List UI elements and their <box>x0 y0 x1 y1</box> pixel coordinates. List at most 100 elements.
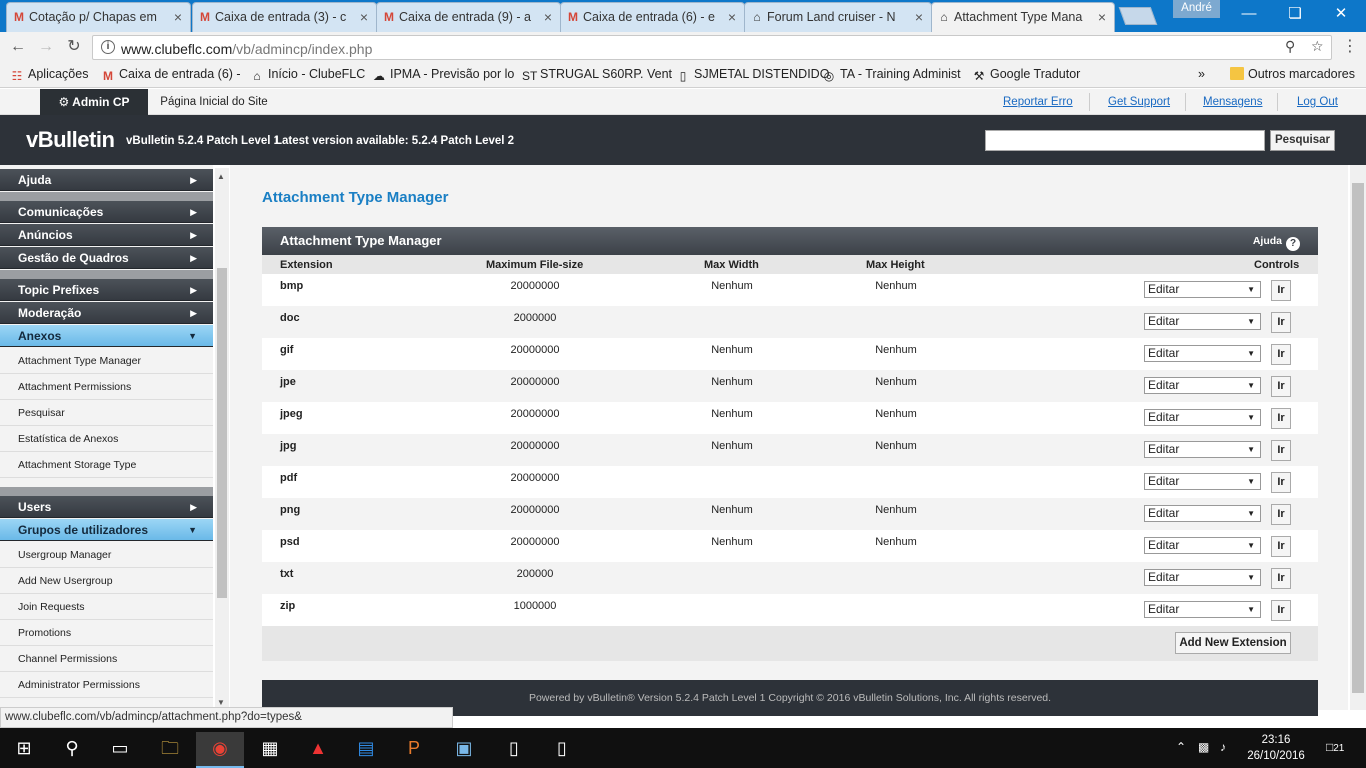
action-select[interactable]: Editar ▼ <box>1144 313 1261 330</box>
scrollbar-thumb[interactable] <box>1352 183 1364 693</box>
bookmark-item[interactable]: ST STRUGAL S60RP. Vent <box>522 67 672 83</box>
action-select[interactable]: Editar ▼ <box>1144 281 1261 298</box>
profile-button[interactable]: André <box>1173 0 1220 18</box>
sidebar-item[interactable]: Administrator Permissions <box>0 672 213 698</box>
notepad-app-icon[interactable]: ▤ <box>342 732 390 768</box>
go-button[interactable]: Ir <box>1271 504 1291 525</box>
close-tab-icon[interactable]: × <box>544 3 552 31</box>
go-button[interactable]: Ir <box>1271 600 1291 621</box>
more-bookmarks-icon[interactable]: » <box>1198 67 1205 81</box>
action-select[interactable]: Editar ▼ <box>1144 569 1261 586</box>
menu-icon[interactable]: ⋮ <box>1338 36 1362 58</box>
go-button[interactable]: Ir <box>1271 408 1291 429</box>
go-button[interactable]: Ir <box>1271 280 1291 301</box>
bookmark-item[interactable]: M Caixa de entrada (6) - <box>101 67 241 83</box>
sidebar-group[interactable]: Grupos de utilizadores ▼ <box>0 519 213 541</box>
sidebar-item[interactable]: Estatística de Anexos <box>0 426 213 452</box>
sidebar-item[interactable]: Pesquisar <box>0 400 213 426</box>
search-button[interactable]: Pesquisar <box>1270 130 1335 151</box>
sidebar-item[interactable]: Attachment Type Manager <box>0 348 213 374</box>
browser-tab[interactable]: ⌂ Forum Land cruiser - N × <box>744 2 932 32</box>
search-input[interactable] <box>985 130 1265 151</box>
windows-start-icon[interactable]: ⊞ <box>0 732 48 768</box>
sidebar-group[interactable]: Users ▶ <box>0 496 213 518</box>
network-icon[interactable]: ▩ <box>1198 740 1209 754</box>
volume-icon[interactable]: ♪ <box>1220 740 1226 754</box>
browser-tab[interactable]: ⌂ Attachment Type Mana × <box>931 2 1115 32</box>
action-select[interactable]: Editar ▼ <box>1144 505 1261 522</box>
powerpoint-icon[interactable]: P <box>390 732 438 768</box>
file-explorer-icon[interactable]: 🗀 <box>146 732 194 768</box>
calculator-icon[interactable]: ▦ <box>246 732 294 768</box>
search-icon[interactable]: ⚲ <box>48 732 96 768</box>
bookmark-item[interactable]: ☁ IPMA - Previsão por lo <box>372 67 514 83</box>
back-icon[interactable]: ← <box>6 36 30 58</box>
sidebar-group[interactable]: Anexos ▼ <box>0 325 213 347</box>
admin-cp-tab[interactable]: ⚙ Admin CP <box>40 89 148 115</box>
sidebar-group[interactable]: Comunicações ▶ <box>0 201 213 223</box>
scrollbar-thumb[interactable] <box>217 268 227 598</box>
info-icon[interactable]: i <box>101 40 115 54</box>
bookmark-item[interactable]: ⌂ Início - ClubeFLC <box>250 67 365 83</box>
photos-icon[interactable]: ▣ <box>440 732 488 768</box>
close-tab-icon[interactable]: × <box>915 3 923 31</box>
bookmark-item[interactable]: ◎ TA - Training Administ <box>822 67 961 83</box>
browser-tab[interactable]: M Caixa de entrada (3) - c × <box>192 2 377 32</box>
show-hidden-icons-icon[interactable]: ⌃ <box>1176 740 1186 754</box>
bookmark-item[interactable]: ▯ SJMETAL DISTENDIDO <box>676 67 830 83</box>
report-bug-link[interactable]: Reportar Erro <box>1003 96 1073 108</box>
action-select[interactable]: Editar ▼ <box>1144 377 1261 394</box>
add-new-extension-button[interactable]: Add New Extension <box>1175 632 1291 654</box>
document-icon[interactable]: ▯ <box>490 732 538 768</box>
close-tab-icon[interactable]: × <box>174 3 182 31</box>
acrobat-icon[interactable]: ▲ <box>294 732 342 768</box>
sidebar-group[interactable]: Anúncios ▶ <box>0 224 213 246</box>
minimize-icon[interactable]: — <box>1226 3 1272 27</box>
home-tab[interactable]: Página Inicial do Site <box>148 89 280 115</box>
reload-icon[interactable]: ↻ <box>62 36 86 58</box>
help-link[interactable]: Ajuda? <box>1253 227 1300 255</box>
document-icon[interactable]: ▯ <box>538 732 586 768</box>
close-tab-icon[interactable]: × <box>1098 3 1106 31</box>
go-button[interactable]: Ir <box>1271 344 1291 365</box>
sidebar-scrollbar[interactable]: ▲ ▼ <box>215 168 229 708</box>
sidebar-item[interactable]: Promotions <box>0 620 213 646</box>
sidebar-group[interactable]: Topic Prefixes ▶ <box>0 279 213 301</box>
close-tab-icon[interactable]: × <box>728 3 736 31</box>
action-select[interactable]: Editar ▼ <box>1144 441 1261 458</box>
sidebar-group[interactable]: Gestão de Quadros ▶ <box>0 247 213 269</box>
browser-tab[interactable]: M Caixa de entrada (6) - e × <box>560 2 745 32</box>
action-select[interactable]: Editar ▼ <box>1144 345 1261 362</box>
go-button[interactable]: Ir <box>1271 440 1291 461</box>
bookmark-item[interactable]: ☷ Aplicações <box>10 67 89 83</box>
close-tab-icon[interactable]: × <box>360 3 368 31</box>
browser-tab[interactable]: M Cotação p/ Chapas em × <box>6 2 191 32</box>
sidebar-item[interactable]: Attachment Permissions <box>0 374 213 400</box>
sidebar-group[interactable]: Ajuda ▶ <box>0 169 213 191</box>
forward-icon[interactable]: → <box>34 36 58 58</box>
go-button[interactable]: Ir <box>1271 568 1291 589</box>
sidebar-item[interactable]: Join Requests <box>0 594 213 620</box>
notifications-icon[interactable]: □21 <box>1326 740 1344 754</box>
action-select[interactable]: Editar ▼ <box>1144 409 1261 426</box>
action-select[interactable]: Editar ▼ <box>1144 473 1261 490</box>
sidebar-group[interactable]: Moderação ▶ <box>0 302 213 324</box>
go-button[interactable]: Ir <box>1271 536 1291 557</box>
sidebar-item[interactable]: Add New Usergroup <box>0 568 213 594</box>
other-bookmarks[interactable]: Outros marcadores <box>1230 67 1355 81</box>
zoom-icon[interactable]: ⚲ <box>1285 38 1295 55</box>
page-scrollbar[interactable] <box>1350 165 1366 710</box>
action-select[interactable]: Editar ▼ <box>1144 601 1261 618</box>
task-view-icon[interactable]: ▭ <box>96 732 144 768</box>
logout-link[interactable]: Log Out <box>1297 96 1338 108</box>
sidebar-item[interactable]: Attachment Storage Type <box>0 452 213 478</box>
get-support-link[interactable]: Get Support <box>1108 96 1170 108</box>
close-window-icon[interactable]: ✕ <box>1318 3 1364 27</box>
url-field[interactable]: i www.clubeflc.com/vb/admincp/index.php … <box>92 35 1332 60</box>
sidebar-item[interactable]: Channel Permissions <box>0 646 213 672</box>
messages-link[interactable]: Mensagens <box>1203 96 1262 108</box>
go-button[interactable]: Ir <box>1271 312 1291 333</box>
maximize-icon[interactable]: ❏ <box>1272 3 1318 27</box>
scroll-down-icon[interactable]: ▼ <box>217 698 225 707</box>
chrome-icon[interactable]: ◉ <box>196 732 244 768</box>
